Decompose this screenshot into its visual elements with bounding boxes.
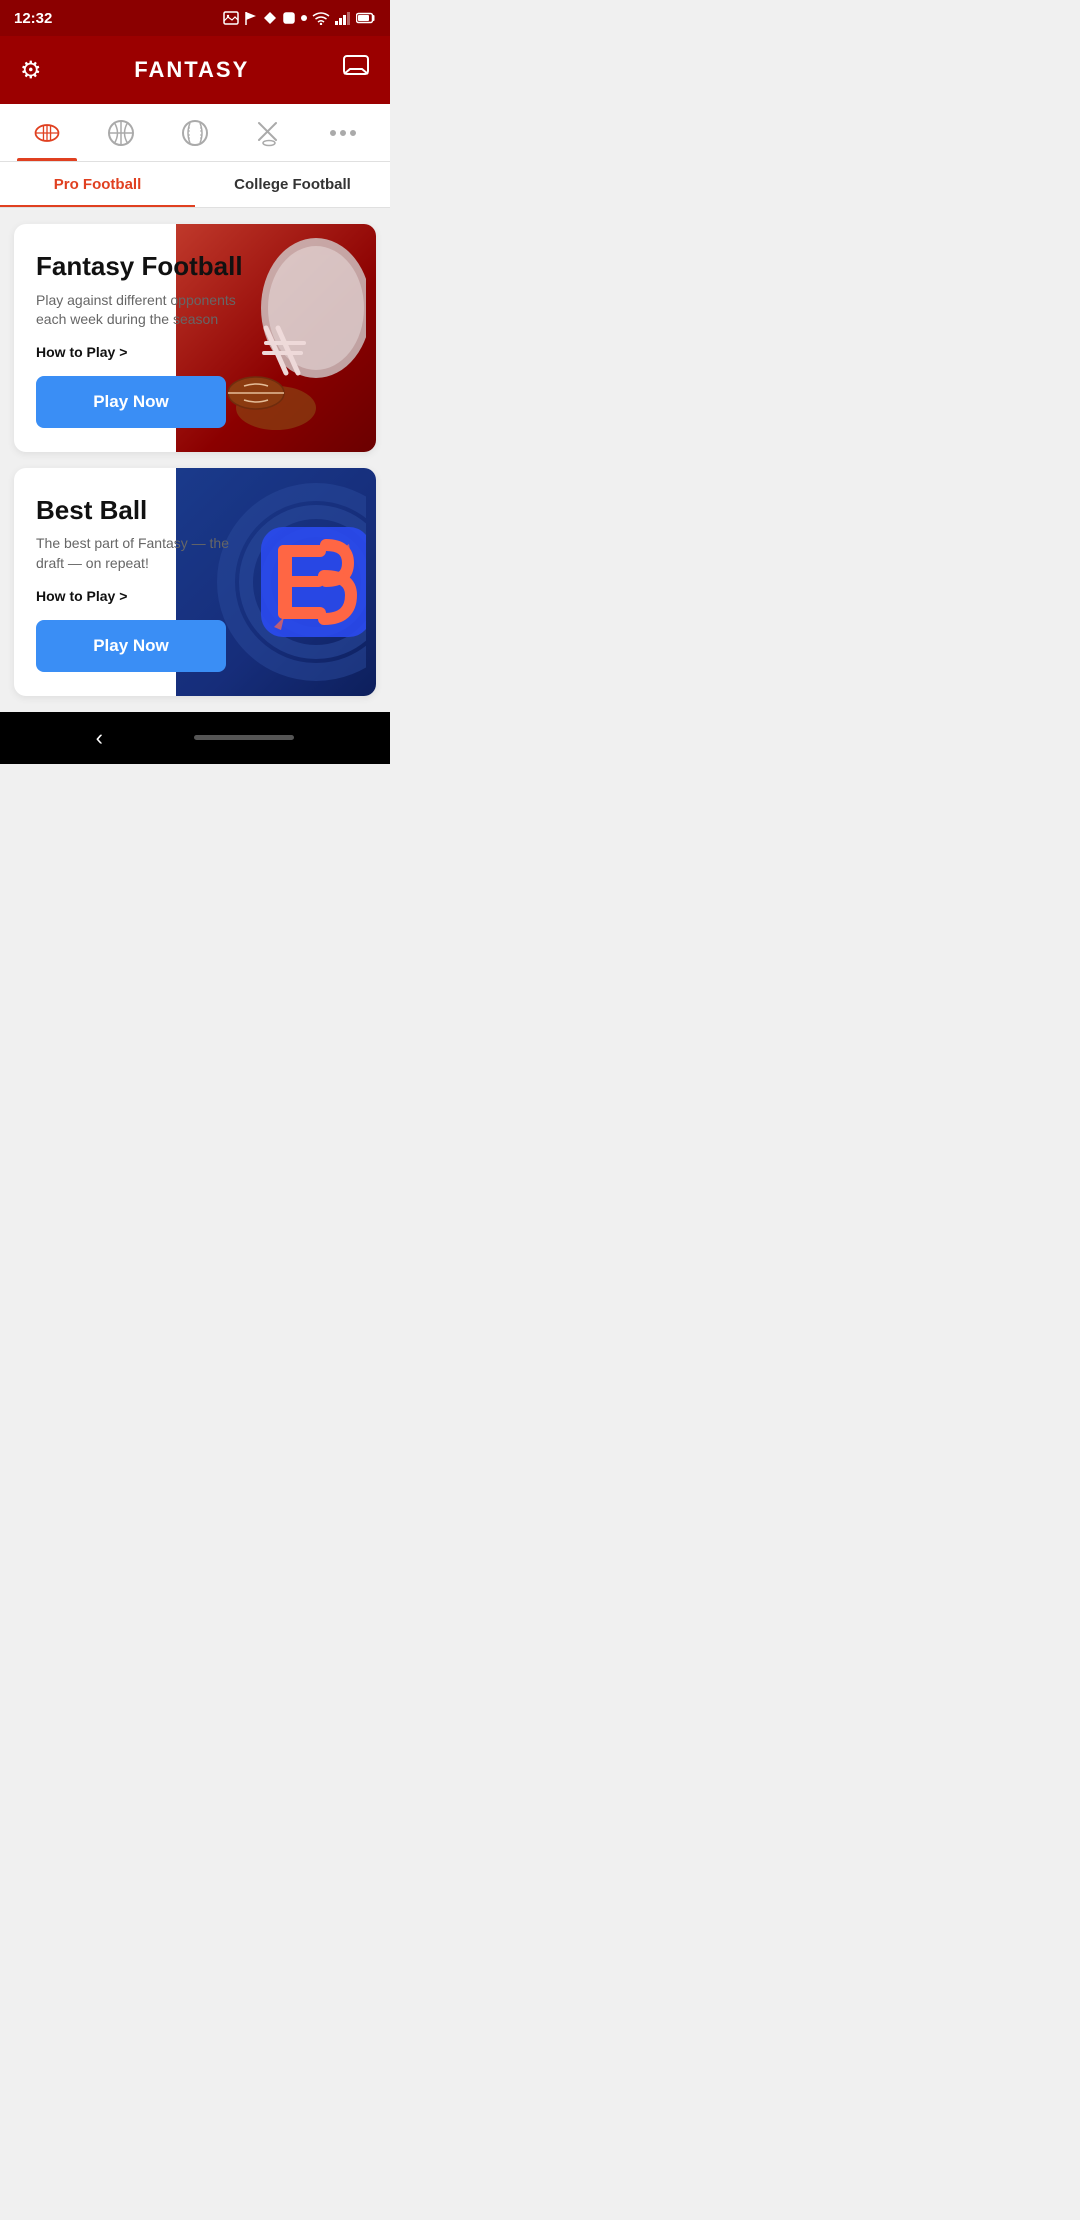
app-title: FANTASY: [42, 57, 342, 83]
bottom-navigation: ‹: [0, 712, 390, 764]
square-icon: [282, 11, 296, 25]
status-icons: [223, 10, 376, 26]
best-ball-title: Best Ball: [36, 496, 358, 525]
subtab-college-football[interactable]: College Football: [195, 162, 390, 207]
tab-football[interactable]: [10, 104, 84, 161]
chat-icon[interactable]: [342, 53, 370, 88]
content-area: Fantasy Football Play against different …: [0, 208, 390, 712]
best-ball-text: Best Ball The best part of Fantasy — the…: [14, 468, 376, 696]
best-ball-card: Best Ball The best part of Fantasy — the…: [14, 468, 376, 696]
subtab-pro-football[interactable]: Pro Football: [0, 162, 195, 207]
battery-icon: [356, 12, 376, 24]
dot-icon: [301, 15, 307, 21]
tab-more[interactable]: [306, 104, 380, 161]
fantasy-football-desc: Play against different opponents each we…: [36, 291, 236, 330]
tab-baseball[interactable]: [158, 104, 232, 161]
fantasy-football-title: Fantasy Football: [36, 252, 358, 281]
fantasy-football-card: Fantasy Football Play against different …: [14, 224, 376, 452]
signal-icon: [335, 11, 351, 25]
sport-tabs: [0, 104, 390, 162]
back-button[interactable]: ‹: [96, 725, 103, 751]
settings-icon[interactable]: ⚙: [20, 56, 42, 85]
fantasy-football-how-to-play[interactable]: How to Play >: [36, 344, 358, 360]
flag-icon: [244, 10, 258, 26]
diamond-icon: [263, 11, 277, 25]
wifi-icon: [312, 11, 330, 25]
best-ball-play-now[interactable]: Play Now: [36, 620, 226, 672]
status-bar: 12:32: [0, 0, 390, 36]
tab-hockey[interactable]: [232, 104, 306, 161]
sub-tabs: Pro Football College Football: [0, 162, 390, 208]
app-header: ⚙ FANTASY: [0, 36, 390, 104]
fantasy-football-text: Fantasy Football Play against different …: [14, 224, 376, 452]
image-icon: [223, 11, 239, 25]
home-indicator[interactable]: [194, 735, 294, 740]
best-ball-desc: The best part of Fantasy — the draft — o…: [36, 534, 236, 573]
fantasy-football-play-now[interactable]: Play Now: [36, 376, 226, 428]
best-ball-how-to-play[interactable]: How to Play >: [36, 588, 358, 604]
status-time: 12:32: [14, 10, 52, 27]
tab-basketball[interactable]: [84, 104, 158, 161]
